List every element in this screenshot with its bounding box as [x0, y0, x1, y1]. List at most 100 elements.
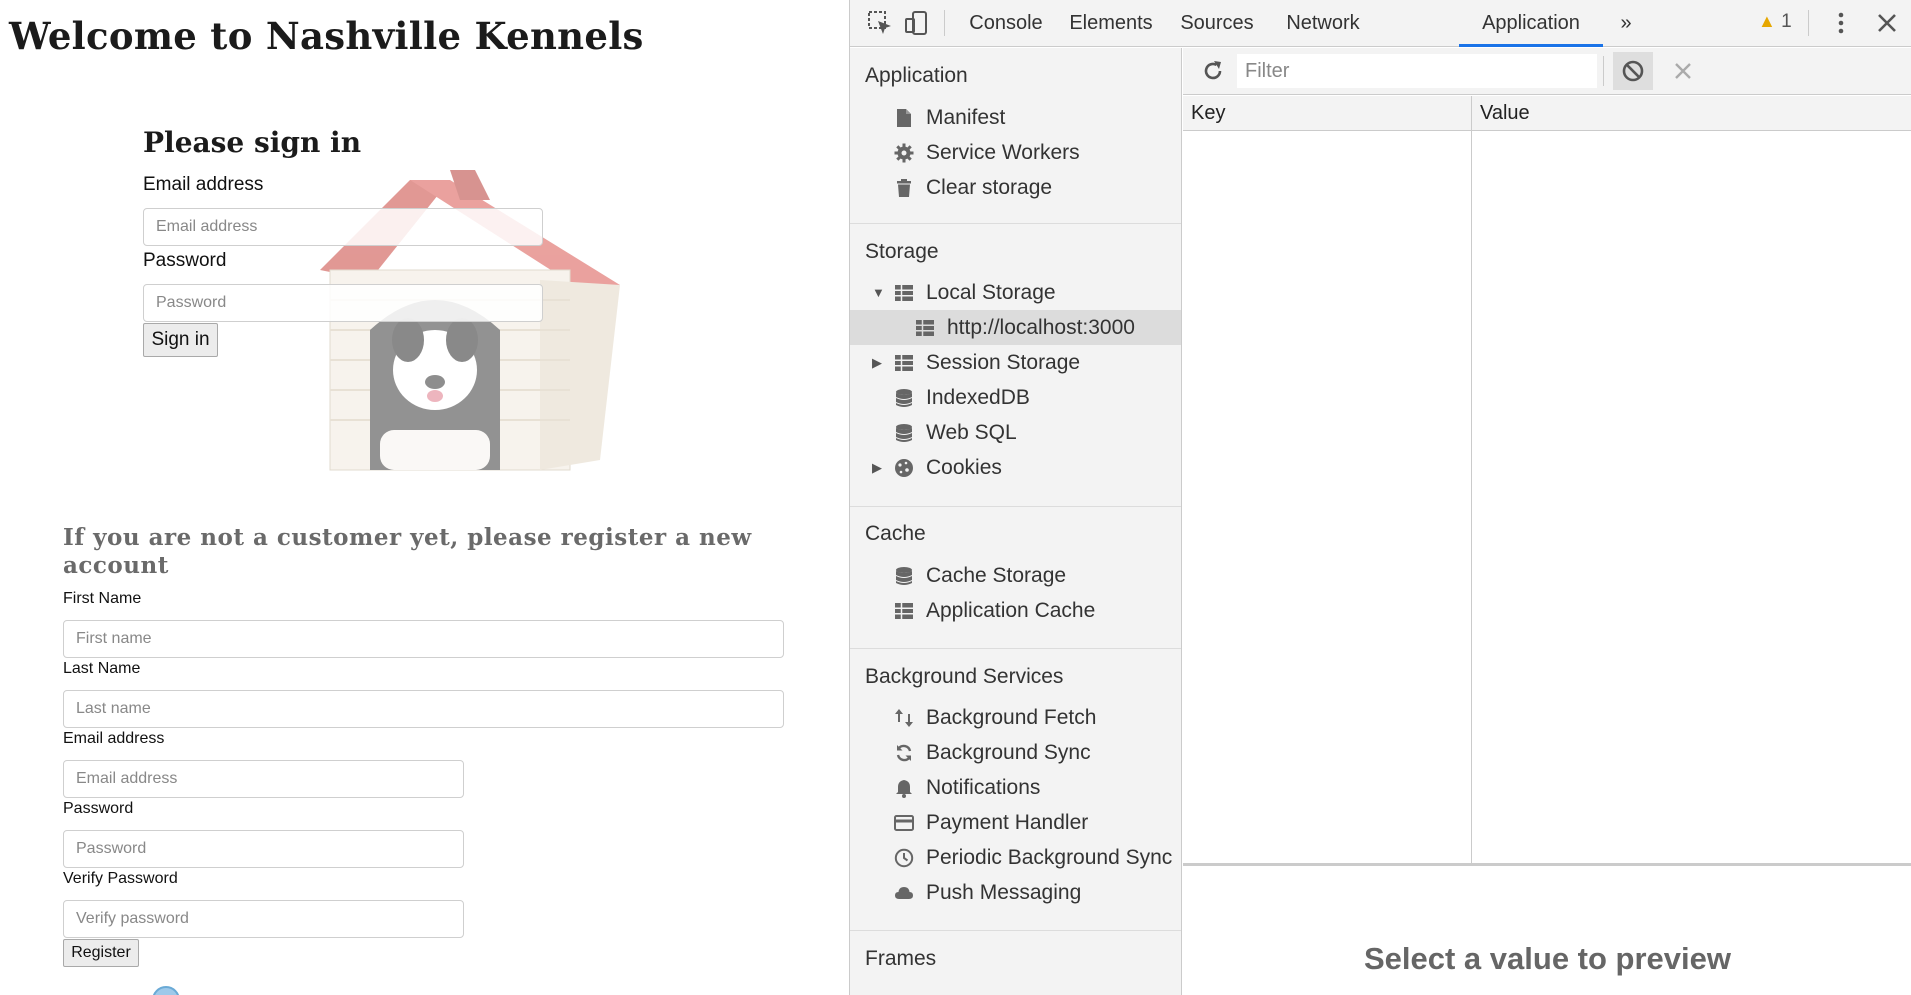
- section-divider: [850, 223, 1181, 224]
- database-icon: [896, 424, 912, 442]
- sidebar-item-label: Service Workers: [926, 141, 1080, 164]
- sidebar-item-label: Payment Handler: [926, 811, 1089, 834]
- section-divider: [850, 930, 1181, 931]
- sidebar-item-push-messaging[interactable]: Push Messaging: [850, 875, 1181, 910]
- storage-table-header: Key Value: [1183, 96, 1911, 131]
- sidebar-item-notifications[interactable]: Notifications: [850, 770, 1181, 805]
- sidebar-item-payment-handler[interactable]: Payment Handler: [850, 805, 1181, 840]
- storage-table-body[interactable]: [1183, 132, 1911, 866]
- last-name-label: Last Name: [63, 660, 141, 677]
- tab-network[interactable]: Network: [1270, 0, 1376, 47]
- section-storage-heading: Storage: [865, 240, 939, 263]
- sidebar-item-cache-storage[interactable]: Cache Storage: [850, 558, 1181, 593]
- sidebar-item-label: Manifest: [926, 106, 1006, 129]
- section-divider: [850, 648, 1181, 649]
- database-icon: [896, 389, 912, 407]
- column-key-header[interactable]: Key: [1183, 96, 1471, 131]
- section-divider: [850, 506, 1181, 507]
- more-tabs-button[interactable]: »: [1612, 0, 1640, 47]
- sidebar-item-label: IndexedDB: [926, 386, 1030, 409]
- close-devtools-icon[interactable]: [1874, 10, 1900, 36]
- register-email-label: Email address: [63, 730, 165, 747]
- document-icon: [897, 109, 911, 127]
- sidebar-item-label: Local Storage: [926, 281, 1056, 304]
- register-email-input[interactable]: [63, 760, 464, 798]
- application-sidebar: Application Manifest Service Workers Cle…: [850, 48, 1182, 995]
- signin-email-input[interactable]: [143, 208, 543, 246]
- clear-all-button[interactable]: [1613, 52, 1653, 90]
- devtools-panel: Console Elements Sources Network Applica…: [849, 0, 1911, 995]
- column-value-header[interactable]: Value: [1472, 96, 1911, 131]
- last-name-input[interactable]: [63, 690, 784, 728]
- sidebar-item-background-fetch[interactable]: Background Fetch: [850, 700, 1181, 735]
- sidebar-item-label: Periodic Background Sync: [926, 846, 1173, 869]
- register-heading: If you are not a customer yet, please re…: [63, 524, 752, 579]
- tab-elements[interactable]: Elements: [1058, 0, 1164, 47]
- delete-selected-icon[interactable]: [1673, 61, 1693, 81]
- filter-input[interactable]: [1237, 54, 1597, 88]
- sidebar-item-service-workers[interactable]: Service Workers: [850, 135, 1181, 170]
- trash-icon: [897, 179, 911, 197]
- clock-icon: [894, 848, 914, 868]
- register-password-input[interactable]: [63, 830, 464, 868]
- sidebar-item-web-sql[interactable]: Web SQL: [850, 415, 1181, 450]
- tab-application[interactable]: Application: [1459, 0, 1603, 47]
- cloud-icon: [895, 887, 913, 899]
- grid-icon: [916, 320, 934, 336]
- sidebar-item-label: Background Fetch: [926, 706, 1097, 729]
- inspect-element-icon[interactable]: [867, 10, 893, 36]
- first-name-label: First Name: [63, 590, 142, 607]
- indicator-dot: [152, 986, 180, 995]
- sidebar-item-manifest[interactable]: Manifest: [850, 100, 1181, 135]
- sidebar-item-cookies[interactable]: ▶ Cookies: [850, 450, 1181, 485]
- expand-arrow-right-icon[interactable]: ▶: [872, 345, 882, 380]
- kebab-menu-icon[interactable]: [1828, 10, 1854, 36]
- sidebar-item-label: Background Sync: [926, 741, 1091, 764]
- signin-button[interactable]: Sign in: [143, 323, 218, 357]
- register-button[interactable]: Register: [63, 939, 139, 967]
- sidebar-item-local-storage[interactable]: ▼ Local Storage: [850, 275, 1181, 310]
- grid-icon: [895, 603, 913, 619]
- toolbar-separator: [1808, 10, 1809, 36]
- preview-placeholder-text: Select a value to preview: [1363, 941, 1731, 976]
- sidebar-item-clear-storage[interactable]: Clear storage: [850, 170, 1181, 205]
- first-name-input[interactable]: [63, 620, 784, 658]
- signin-password-input[interactable]: [143, 284, 543, 322]
- sidebar-item-application-cache[interactable]: Application Cache: [850, 593, 1181, 628]
- signin-password-label: Password: [143, 250, 227, 271]
- column-divider: [1471, 96, 1472, 866]
- sidebar-item-background-sync[interactable]: Background Sync: [850, 735, 1181, 770]
- signin-email-label: Email address: [143, 174, 264, 195]
- grid-icon: [895, 355, 913, 371]
- tab-console[interactable]: Console: [958, 0, 1054, 47]
- bell-icon: [896, 780, 912, 798]
- device-toolbar-icon[interactable]: [904, 10, 930, 36]
- sidebar-item-label: Cookies: [926, 456, 1002, 479]
- section-application-heading: Application: [865, 64, 968, 87]
- section-background-services-heading: Background Services: [865, 665, 1064, 688]
- section-frames-heading: Frames: [865, 947, 937, 970]
- refresh-icon[interactable]: [1201, 59, 1225, 83]
- verify-password-input[interactable]: [63, 900, 464, 938]
- sidebar-item-label: Notifications: [926, 776, 1041, 799]
- sidebar-item-label: Cache Storage: [926, 564, 1067, 587]
- storage-toolbar: [1183, 48, 1911, 95]
- sidebar-item-indexeddb[interactable]: IndexedDB: [850, 380, 1181, 415]
- sidebar-item-periodic-background-sync[interactable]: Periodic Background Sync: [850, 840, 1181, 875]
- site-title: Welcome to Nashville Kennels: [9, 14, 644, 58]
- sidebar-item-label: Push Messaging: [926, 881, 1082, 904]
- expand-arrow-down-icon[interactable]: ▼: [872, 275, 885, 310]
- sidebar-item-localhost-3000[interactable]: http://localhost:3000: [850, 310, 1181, 345]
- toolbar-separator: [1603, 56, 1604, 86]
- register-password-label: Password: [63, 800, 134, 817]
- warnings-indicator[interactable]: ▲ 1: [1758, 11, 1792, 33]
- expand-arrow-right-icon[interactable]: ▶: [872, 450, 882, 485]
- gear-icon: [894, 143, 914, 163]
- sidebar-item-label: Web SQL: [926, 421, 1017, 444]
- toolbar-separator: [944, 10, 945, 36]
- verify-password-label: Verify Password: [63, 870, 178, 887]
- sidebar-item-label: Application Cache: [926, 599, 1096, 622]
- sidebar-item-session-storage[interactable]: ▶ Session Storage: [850, 345, 1181, 380]
- devtools-toolbar: Console Elements Sources Network Applica…: [850, 0, 1911, 47]
- tab-sources[interactable]: Sources: [1168, 0, 1266, 47]
